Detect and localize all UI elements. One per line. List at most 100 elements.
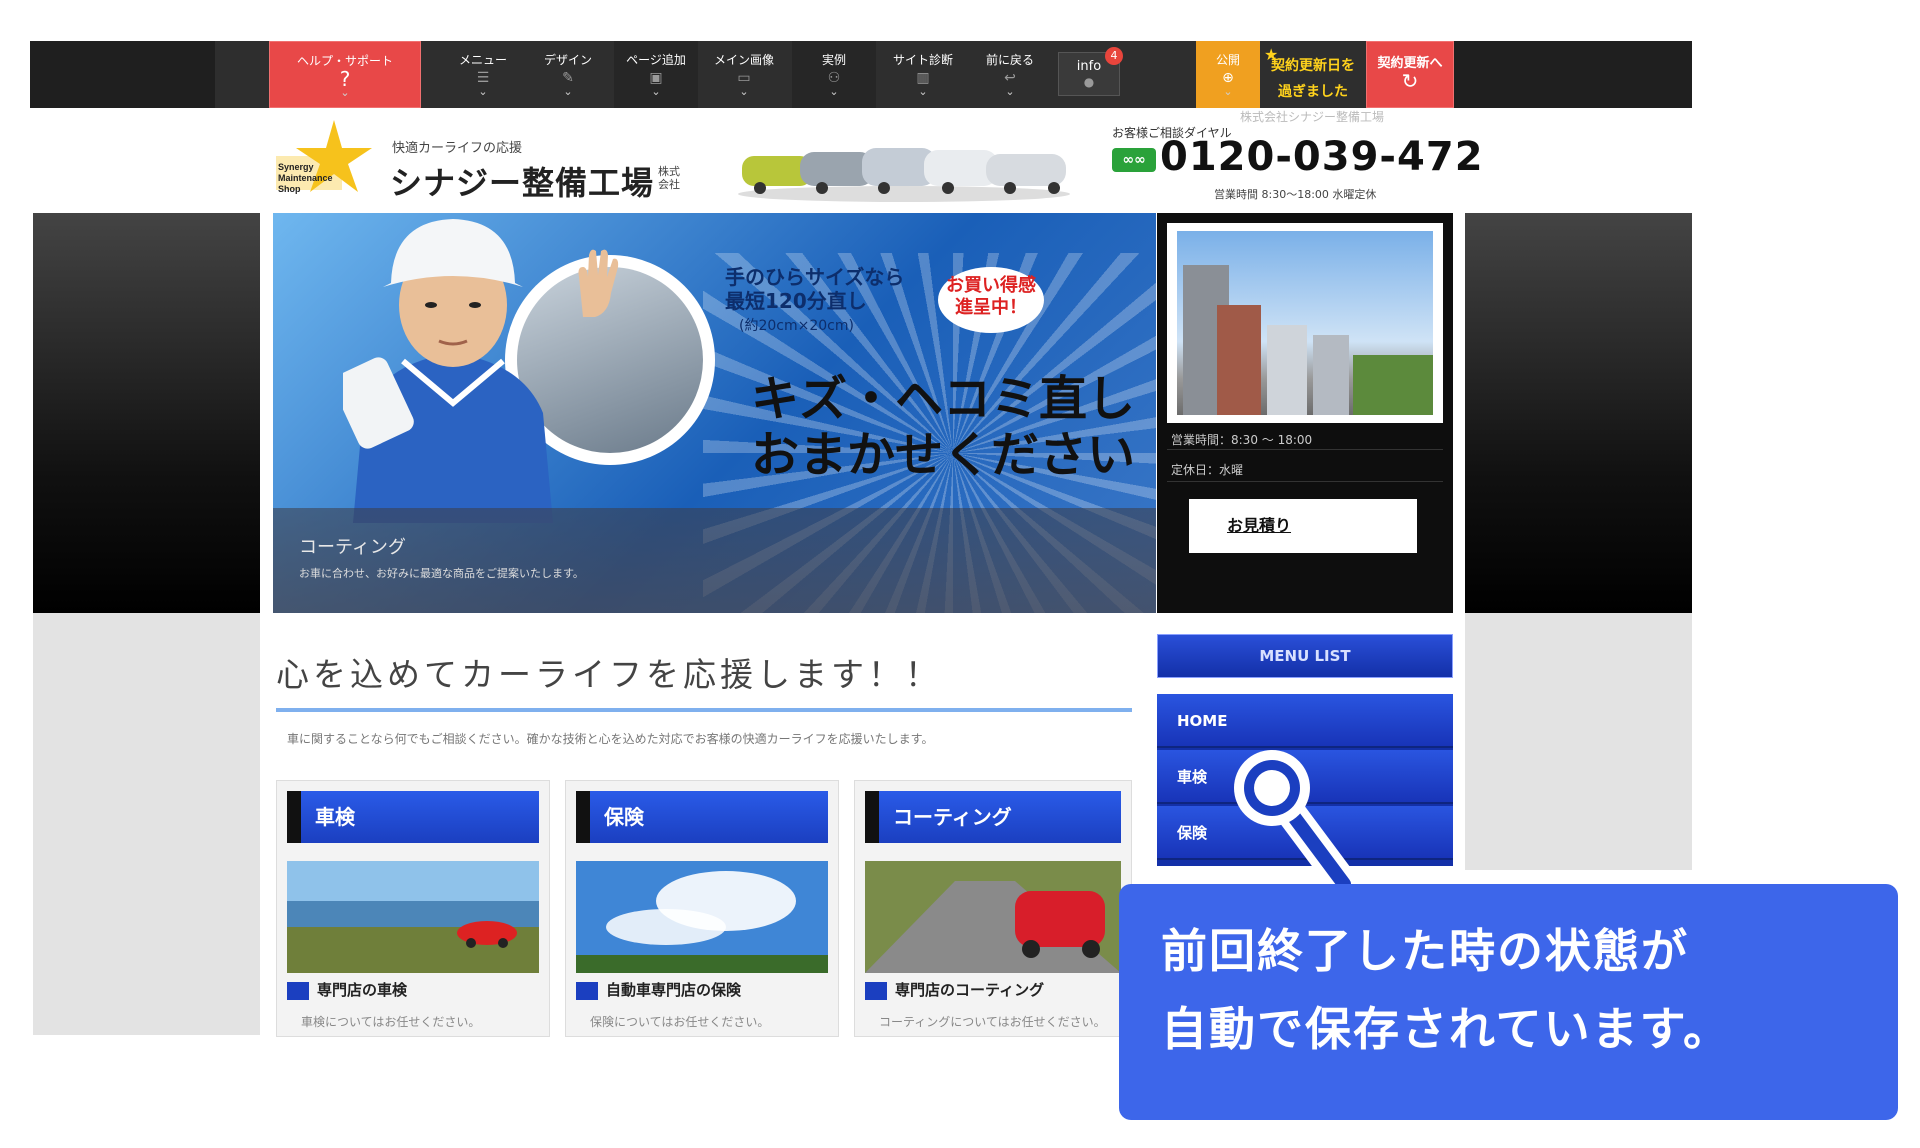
- building-shape: [1217, 305, 1261, 415]
- marker-icon: [287, 981, 309, 1000]
- card-image-sky: [576, 861, 828, 973]
- card-subtitle-text: 専門店の車検: [317, 981, 408, 999]
- hero-caption-text: お車に合わせ、お好みに最適な商品をご提案いたします。: [299, 567, 584, 580]
- hero-size-note: (約20cm×20cm): [739, 318, 854, 334]
- waving-hand-icon: [578, 249, 619, 317]
- hero-caption-bar: [273, 508, 1156, 613]
- header-cars-image: [738, 148, 1070, 202]
- hero-offer-badge: お買い得感 進呈中！: [938, 267, 1044, 333]
- page-background-right-lower: [1465, 613, 1692, 870]
- phone-number[interactable]: 0120-039-472: [1160, 134, 1484, 180]
- panel-hours: 営業時間：8:30 〜 18:00: [1171, 433, 1313, 447]
- hero-main-line2: おまかせください: [751, 427, 1136, 483]
- card-image-road-car: [865, 861, 1121, 973]
- logo-company-type: 株式会社: [658, 165, 680, 191]
- logo-name[interactable]: シナジー整備工場: [390, 158, 654, 204]
- service-card-coating[interactable]: コーティング 専門店のコーティング コーティングについてはお任せください。: [854, 780, 1132, 1037]
- freedial-icon: ∞∞: [1112, 148, 1156, 172]
- pencil-icon: ✎: [562, 70, 574, 86]
- page-add-button-label: ページ追加: [626, 53, 686, 67]
- menu-item-home[interactable]: HOME: [1157, 694, 1453, 748]
- menu-button-label: メニュー: [458, 53, 507, 67]
- card-text: 保険についてはお任せください。: [590, 1015, 770, 1029]
- main-image-button[interactable]: メイン画像 ▭ ⌄: [702, 41, 786, 108]
- panel-holiday: 定休日：水曜: [1171, 463, 1244, 477]
- card-image-coast-car: [287, 861, 539, 973]
- hero-caption-title: コーティング: [299, 537, 406, 558]
- site-diagnosis-button[interactable]: サイト診断 ▥ ⌄: [880, 41, 966, 108]
- page-background-left: [33, 213, 260, 613]
- people-icon: ⚇: [827, 70, 841, 86]
- page-background-right: [1465, 213, 1692, 613]
- logo-star-icon: Synergy Maintenance Shop: [276, 120, 372, 194]
- hero-main-line1: キズ・ヘコミ直し: [751, 371, 1136, 427]
- hero-main-copy: キズ・ヘコミ直し おまかせください: [751, 371, 1135, 483]
- chevron-down-icon: ⌄: [340, 86, 350, 99]
- service-card-insurance[interactable]: 保険 自動車専門店の保険 保険についてはお任せください。: [565, 780, 839, 1037]
- autosave-callout: 前回終了した時の状態が 自動で保存されています。: [1119, 884, 1898, 1120]
- chevron-down-icon: ⌄: [1005, 85, 1015, 98]
- business-hours: 営業時間 8:30〜18:00 水曜定休: [1214, 188, 1377, 201]
- site-diagnosis-button-label: サイト診断: [892, 53, 953, 67]
- publish-button[interactable]: 公開 ⊕ ⌄: [1196, 41, 1260, 108]
- page-background-left-lower: [33, 613, 260, 1035]
- menu-list-heading: MENU LIST: [1157, 634, 1453, 678]
- card-text: コーティングについてはお任せください。: [879, 1015, 1106, 1029]
- globe-icon: ⊕: [1222, 70, 1234, 86]
- question-icon: ?: [339, 67, 351, 91]
- estimate-button[interactable]: お見積り: [1189, 499, 1417, 553]
- chevron-down-icon: ⌄: [478, 85, 488, 98]
- info-button[interactable]: info ● 4: [1058, 47, 1123, 96]
- building-photo: [1177, 231, 1433, 415]
- service-card-shaken[interactable]: 車検 専門店の車検 車検についてはお任せください。: [276, 780, 550, 1037]
- chart-icon: ▥: [916, 70, 930, 86]
- design-button[interactable]: デザイン ✎ ⌄: [530, 41, 606, 108]
- building-shape: [1313, 335, 1349, 415]
- menu-icon: ☰: [476, 70, 490, 86]
- examples-button[interactable]: 実例 ⚇ ⌄: [792, 41, 876, 108]
- chevron-down-icon: ⌄: [739, 85, 749, 98]
- pointer-pin-icon: [1234, 750, 1359, 890]
- undo-icon: ↩: [1004, 70, 1016, 86]
- hero-mechanic-image: [343, 219, 553, 523]
- logo-tagline: 快適カーライフの応援: [392, 141, 523, 156]
- toolbar-left-filler: [30, 41, 215, 108]
- editor-toolbar: ヘルプ・サポート ? ⌄ メニュー ☰ ⌄ デザイン ✎ ⌄ ページ追加 ▣ ⌄…: [30, 41, 1692, 108]
- undo-button[interactable]: 前に戻る ↩ ⌄: [970, 41, 1050, 108]
- card-subtitle: 専門店の車検: [287, 979, 407, 1000]
- divider: [1167, 449, 1443, 450]
- card-subtitle-text: 自動車専門店の保険: [606, 981, 742, 999]
- page-add-icon: ▣: [649, 70, 663, 86]
- design-button-label: デザイン: [543, 53, 592, 67]
- examples-button-label: 実例: [821, 53, 846, 67]
- marker-icon: [865, 981, 887, 1000]
- side-info-panel: 営業時間：8:30 〜 18:00 定休日：水曜 お見積り: [1157, 213, 1453, 613]
- callout-line2: 自動で保存されています。: [1161, 1002, 1732, 1056]
- menu-button[interactable]: メニュー ☰ ⌄: [445, 41, 521, 108]
- contract-expired-notice: ★ 契約更新日を 過ぎました: [1260, 41, 1366, 108]
- page-title: 心を込めてカーライフを応援します！！: [276, 655, 942, 694]
- card-subtitle: 専門店のコーティング: [865, 979, 1044, 1000]
- chevron-down-icon: ⌄: [563, 85, 573, 98]
- hero-headline-line1: 手のひらサイズなら: [725, 265, 905, 289]
- undo-button-label: 前に戻る: [985, 53, 1034, 67]
- refresh-icon: ↻: [1401, 69, 1419, 93]
- hero-headline-line2: 最短120分直し: [725, 289, 867, 313]
- chevron-down-icon: ⌄: [918, 85, 928, 98]
- publish-label: 公開: [1215, 53, 1240, 67]
- title-underline: [276, 708, 1132, 712]
- hero-banner: 手のひらサイズなら 最短120分直し (約20cm×20cm) お買い得感 進呈…: [273, 213, 1156, 613]
- svg-text:Shop: Shop: [278, 184, 301, 194]
- help-support-button[interactable]: ヘルプ・サポート ? ⌄: [269, 41, 421, 108]
- svg-text:Synergy: Synergy: [278, 162, 314, 172]
- alert-bell-icon: ★: [1264, 45, 1279, 64]
- page-add-button[interactable]: ページ追加 ▣ ⌄: [614, 41, 698, 108]
- card-subtitle: 自動車専門店の保険: [576, 979, 741, 1000]
- divider: [1167, 481, 1443, 482]
- chevron-down-icon: ⌄: [1223, 85, 1233, 98]
- chevron-down-icon: ⌄: [651, 85, 661, 98]
- renew-contract-button[interactable]: 契約更新へ ↻: [1366, 41, 1454, 108]
- card-heading: 車検: [287, 791, 539, 843]
- callout-line1: 前回終了した時の状態が: [1161, 924, 1689, 978]
- card-heading: コーティング: [865, 791, 1121, 843]
